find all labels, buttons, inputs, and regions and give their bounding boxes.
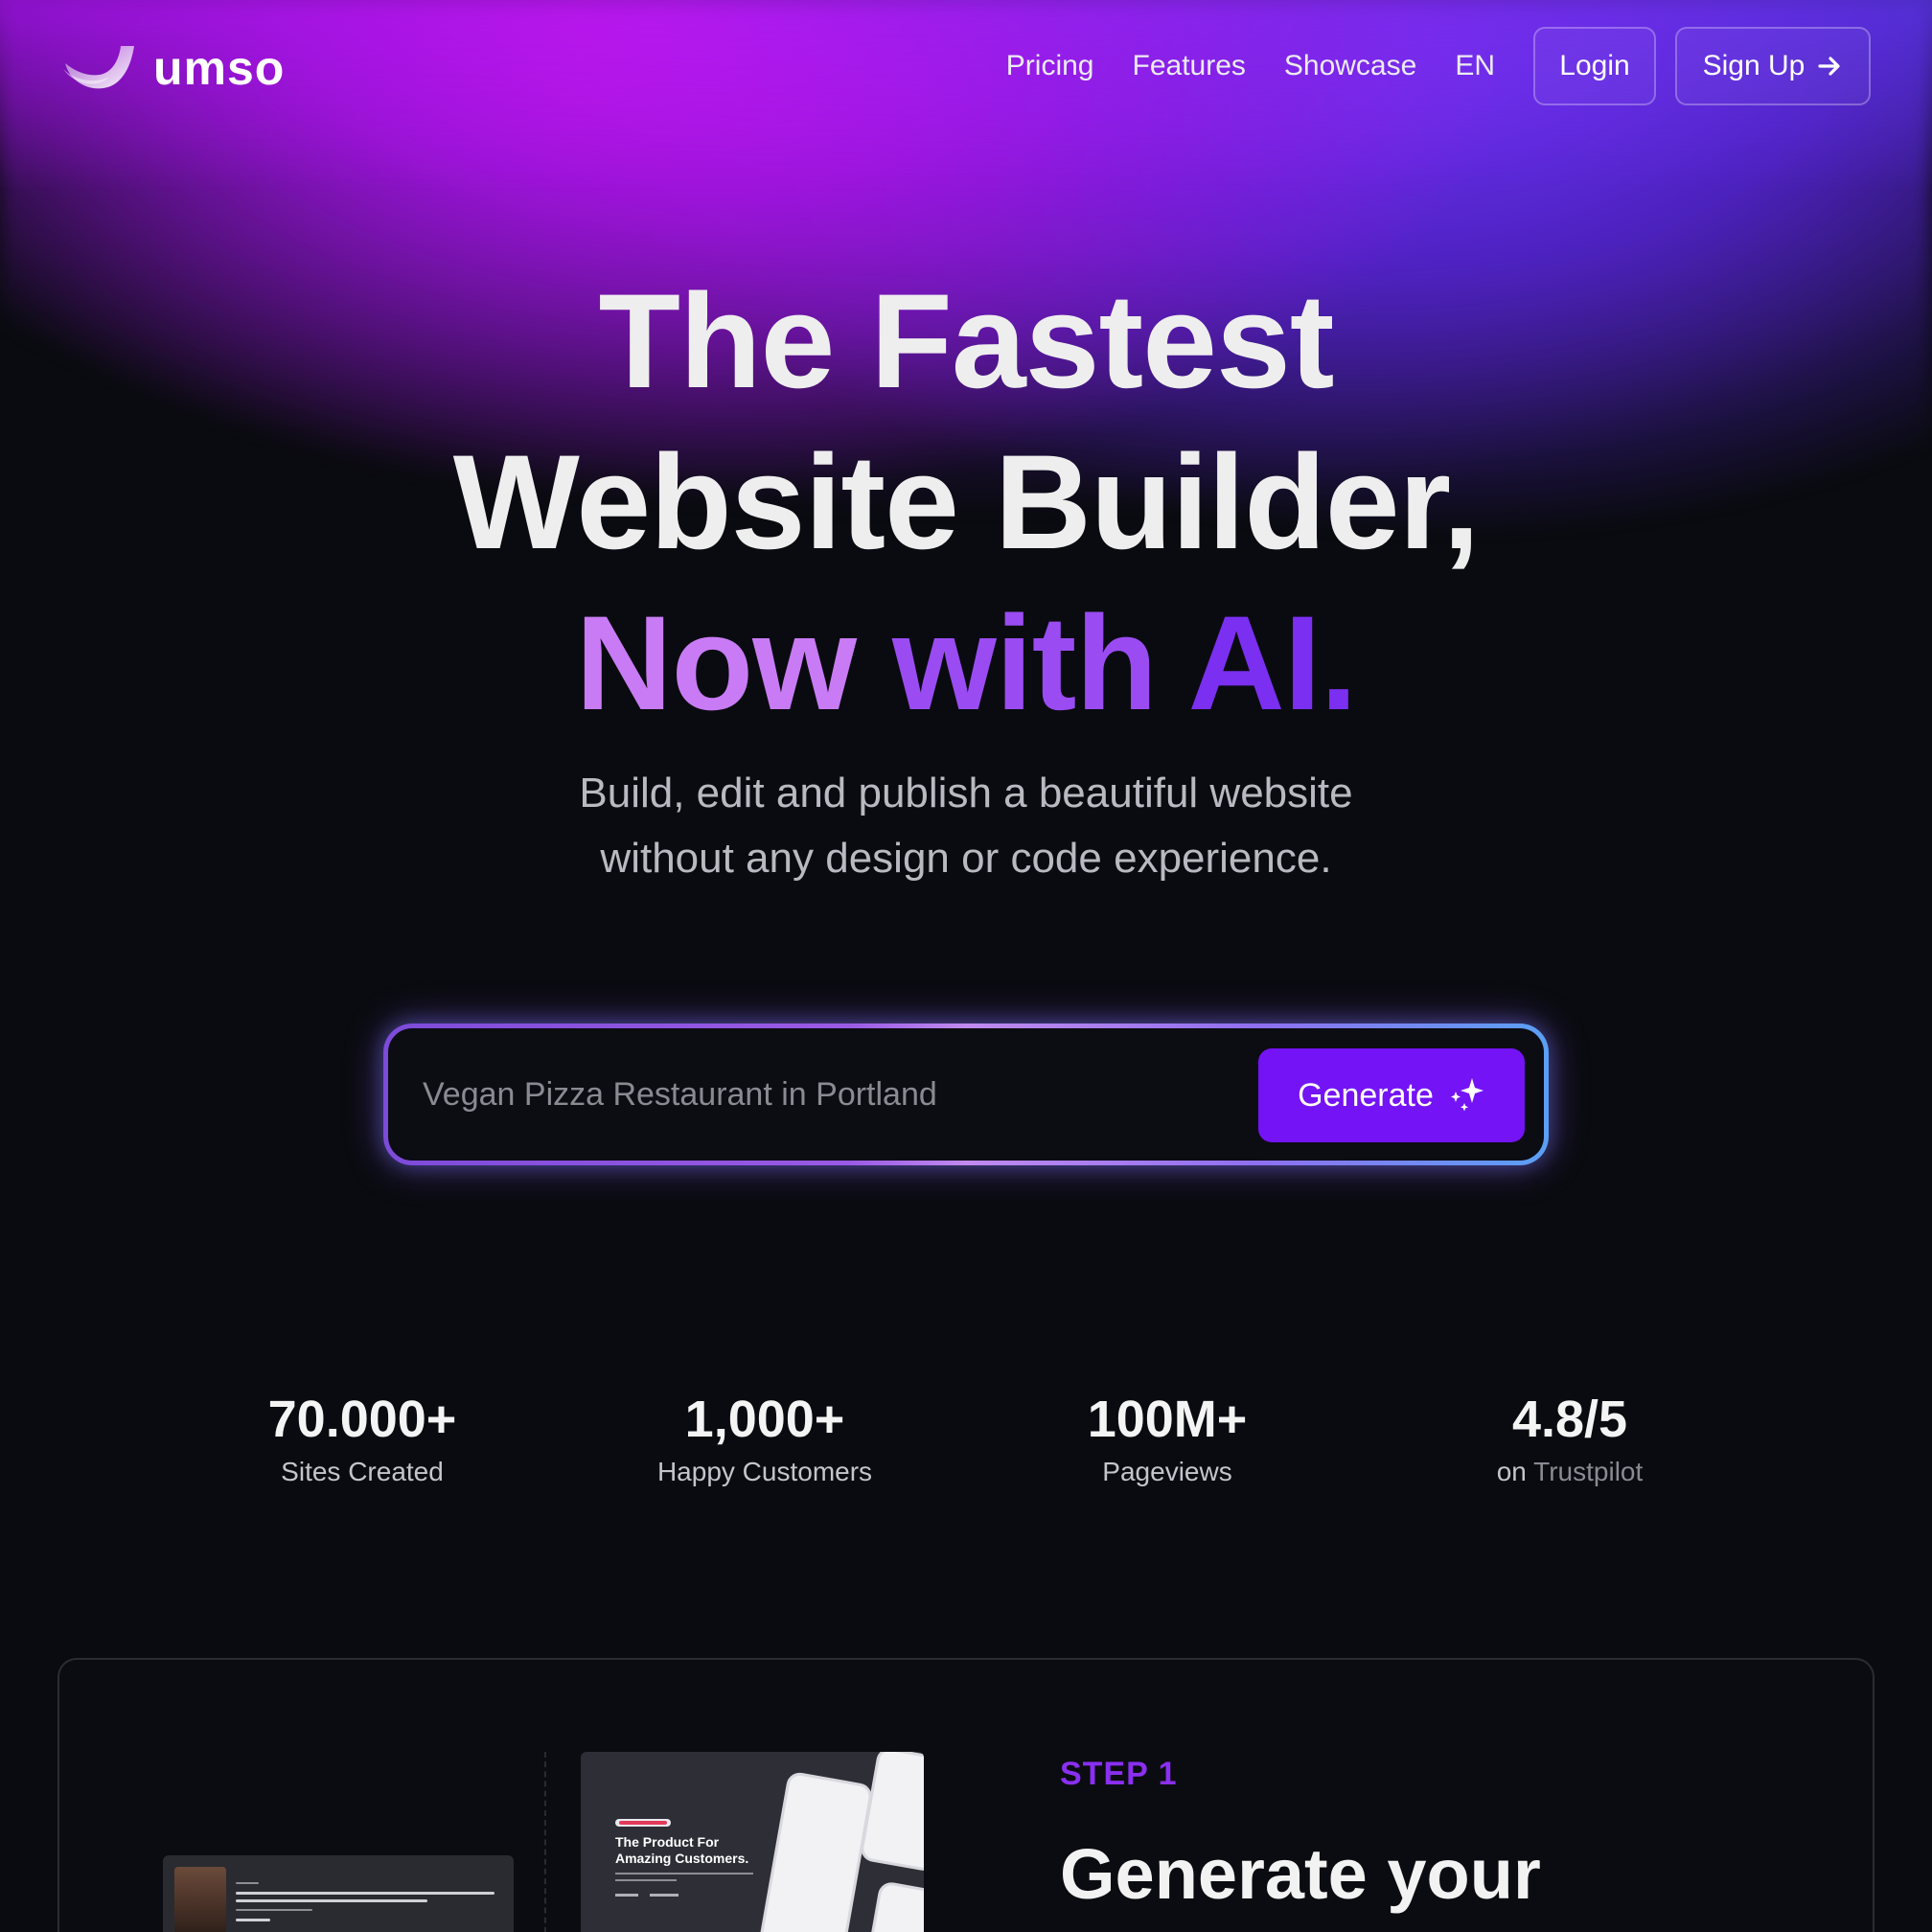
hero-title-line-3: Now with AI. <box>0 583 1932 744</box>
nav-link-showcase[interactable]: Showcase <box>1284 50 1416 82</box>
step-label: STEP 1 <box>1060 1756 1178 1792</box>
stat-customers: 1,000+ Happy Customers <box>564 1388 966 1487</box>
signup-button[interactable]: Sign Up <box>1675 27 1871 105</box>
step-title: Generate your <box>1060 1834 1541 1914</box>
preview-title: The Product For Amazing Customers. <box>615 1834 749 1866</box>
hero-title: The Fastest Website Builder, Now with AI… <box>0 261 1932 744</box>
preview-avatar <box>174 1867 226 1932</box>
generate-button[interactable]: Generate <box>1258 1048 1525 1142</box>
nav-link-features[interactable]: Features <box>1133 50 1246 82</box>
stat-label: Sites Created <box>281 1457 444 1486</box>
hero-subtitle-line-1: Build, edit and publish a beautiful webs… <box>579 770 1353 816</box>
preview-phone <box>859 1752 924 1874</box>
stat-rating: 4.8/5 on Trustpilot <box>1368 1388 1771 1487</box>
ai-generator-inner: Vegan Pizza Restaurant in Portland Gener… <box>388 1028 1544 1161</box>
step-card: The Product For Amazing Customers. STEP … <box>58 1658 1874 1932</box>
generate-button-label: Generate <box>1298 1076 1434 1114</box>
preview-testimonial-card <box>163 1855 514 1932</box>
hero-title-ai: AI. <box>1187 587 1358 738</box>
nav-links: Pricing Features Showcase EN Login Sign … <box>1006 27 1871 105</box>
stat-value: 1,000+ <box>684 1391 845 1448</box>
hero-title-now: Now <box>575 587 858 738</box>
login-button-label: Login <box>1559 50 1630 81</box>
stat-value: 70.000+ <box>267 1391 457 1448</box>
business-description-input[interactable]: Vegan Pizza Restaurant in Portland <box>423 1028 937 1161</box>
preview-tag <box>615 1819 671 1827</box>
nav-link-pricing[interactable]: Pricing <box>1006 50 1094 82</box>
stat-pageviews: 100M+ Pageviews <box>966 1388 1368 1487</box>
preview-divider <box>544 1752 546 1932</box>
stats-row: 70.000+ Sites Created 1,000+ Happy Custo… <box>0 1388 1932 1503</box>
ai-generator-box: Vegan Pizza Restaurant in Portland Gener… <box>383 1024 1549 1165</box>
hero-section: The Fastest Website Builder, Now with AI… <box>0 261 1932 891</box>
preview-phone <box>857 1880 924 1932</box>
brand-logo[interactable]: umso <box>61 40 285 96</box>
stat-label: on Trustpilot <box>1368 1457 1771 1487</box>
stat-value: 100M+ <box>1087 1391 1248 1448</box>
stat-label: Pageviews <box>1102 1457 1232 1486</box>
hero-title-line-2: Website Builder, <box>452 426 1481 577</box>
hero-subtitle-line-2: without any design or code experience. <box>600 835 1332 882</box>
signup-button-label: Sign Up <box>1702 50 1806 81</box>
umso-logo-icon <box>63 46 134 89</box>
stat-label: Happy Customers <box>656 1457 873 1486</box>
preview-website-card: The Product For Amazing Customers. <box>581 1752 924 1932</box>
brand-name: umso <box>153 41 286 95</box>
sparkles-icon <box>1450 1078 1484 1112</box>
language-selector[interactable]: EN <box>1455 50 1495 82</box>
arrow-right-icon <box>1818 57 1840 76</box>
trustpilot-link[interactable]: Trustpilot <box>1533 1457 1643 1486</box>
hero-title-line-1: The Fastest <box>598 265 1335 416</box>
hero-title-with: with <box>891 587 1158 738</box>
hero-subtitle: Build, edit and publish a beautiful webs… <box>0 761 1932 891</box>
stat-sites: 70.000+ Sites Created <box>161 1388 564 1487</box>
preview-phone <box>757 1770 874 1932</box>
login-button[interactable]: Login <box>1533 27 1656 105</box>
stat-value: 4.8/5 <box>1511 1391 1628 1448</box>
stat-label-prefix: on <box>1496 1457 1527 1486</box>
top-navigation: umso Pricing Features Showcase EN Login … <box>0 27 1932 109</box>
